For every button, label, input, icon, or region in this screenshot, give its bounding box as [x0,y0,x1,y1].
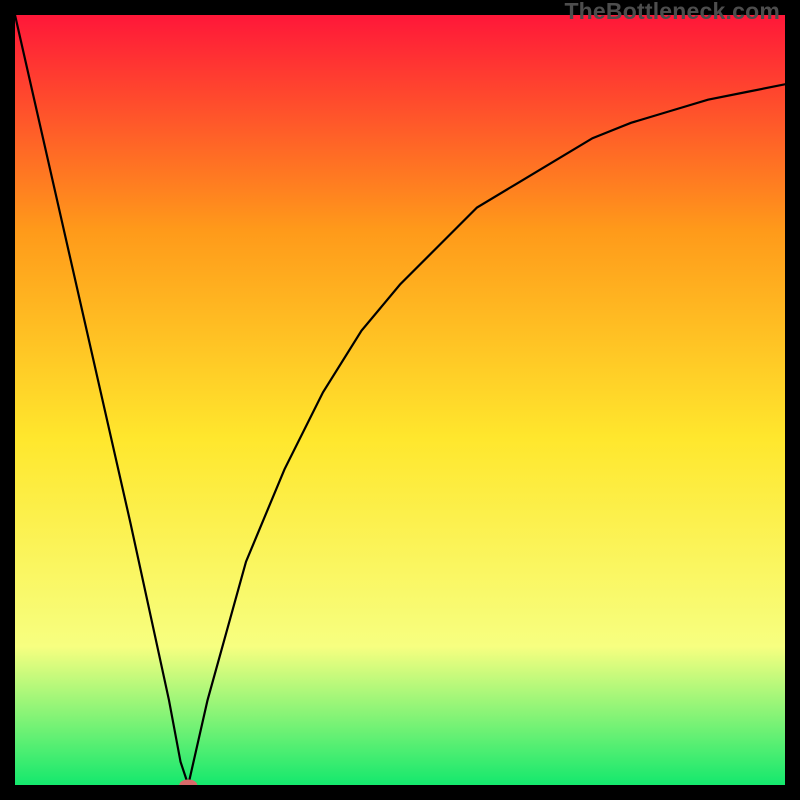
chart-svg [15,15,785,785]
chart-plot-area [15,15,785,785]
watermark-text: TheBottleneck.com [564,0,780,25]
gradient-background [15,15,785,785]
chart-frame: TheBottleneck.com [0,0,800,800]
